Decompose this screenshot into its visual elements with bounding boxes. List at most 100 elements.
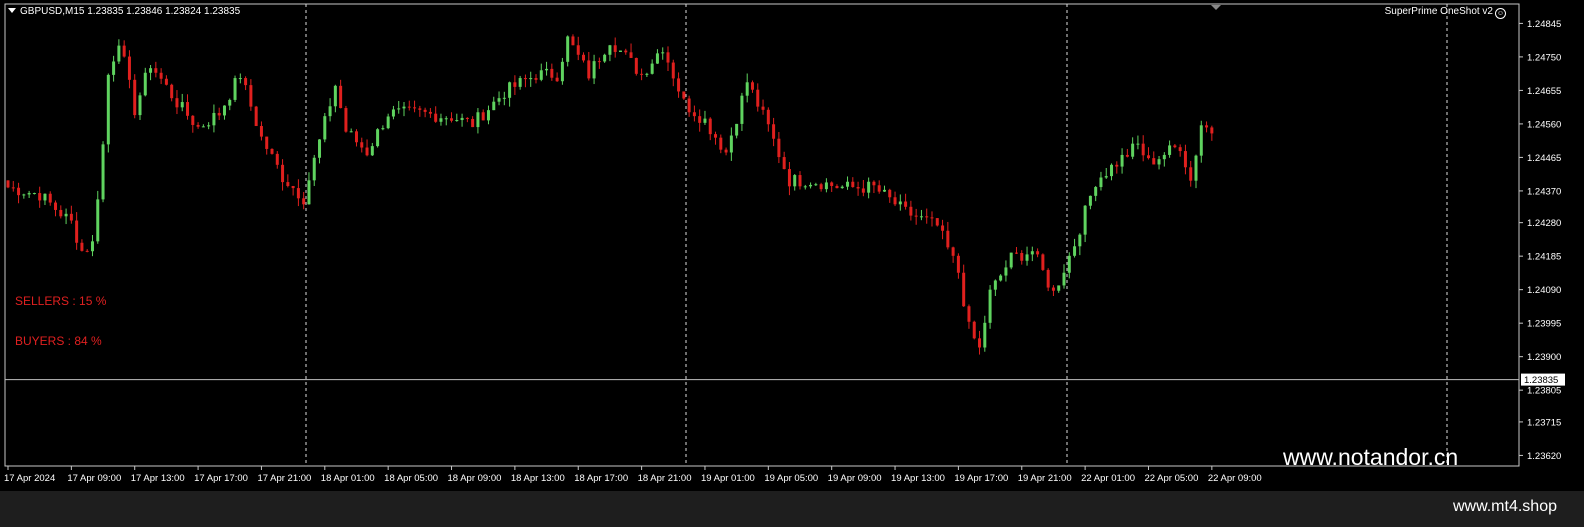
- y-tick-label-8: 1.24090: [1527, 285, 1561, 296]
- candle-body-82: [439, 118, 443, 122]
- candle-body-16: [90, 241, 94, 252]
- candle-body-20: [112, 61, 116, 75]
- candle-body-224: [1189, 167, 1193, 181]
- candle-body-205: [1088, 195, 1092, 206]
- candle-body-210: [1115, 164, 1119, 167]
- candle-body-77: [413, 107, 417, 109]
- candle-body-67: [360, 142, 364, 148]
- footer-site-link[interactable]: www.mt4.shop: [1453, 498, 1557, 516]
- candle-body-99: [529, 78, 533, 80]
- candle-body-181: [962, 272, 966, 307]
- candle-body-184: [978, 338, 982, 348]
- shift-marker-icon[interactable]: [1211, 5, 1221, 10]
- x-tick-label-3: 17 Apr 17:00: [194, 473, 248, 484]
- candle-body-150: [798, 175, 802, 187]
- candle-body-128: [682, 91, 686, 99]
- candle-body-79: [423, 109, 427, 112]
- candle-body-54: [291, 185, 295, 189]
- candle-body-7: [43, 193, 47, 201]
- chart-area[interactable]: 1.24845 1.24750 1.24655 1.24560 1.24465 1.243…: [0, 0, 1584, 490]
- candle-body-38: [207, 125, 211, 127]
- candle-body-60: [323, 116, 327, 140]
- candle-body-127: [677, 78, 681, 92]
- candle-body-130: [692, 112, 696, 117]
- candle-body-85: [455, 120, 459, 122]
- candle-body-90: [481, 112, 485, 121]
- candle-body-159: [846, 181, 850, 187]
- candle-body-141: [750, 82, 754, 90]
- candle-body-63: [339, 85, 343, 109]
- candle-body-11: [64, 213, 68, 217]
- candle-body-215: [1141, 143, 1145, 156]
- candle-body-171: [909, 206, 913, 216]
- candle-body-227: [1205, 125, 1209, 128]
- candle-body-43: [233, 78, 237, 100]
- candle-body-201: [1067, 255, 1071, 273]
- candle-body-206: [1094, 187, 1098, 196]
- candle-body-105: [560, 61, 564, 82]
- candle-body-116: [618, 50, 622, 52]
- candle-body-162: [861, 188, 865, 193]
- candle-body-214: [1136, 143, 1140, 145]
- candle-body-160: [851, 181, 855, 188]
- price-chart[interactable]: 1.24845 1.24750 1.24655 1.24560 1.24465 1.243…: [0, 0, 1584, 490]
- candle-body-42: [228, 99, 232, 106]
- expert-advisor-label[interactable]: SuperPrime OneShot v2 ☺: [1385, 6, 1506, 19]
- dropdown-triangle-icon[interactable]: [8, 8, 16, 13]
- x-tick-label-18: 22 Apr 05:00: [1144, 473, 1198, 484]
- candle-body-146: [777, 138, 781, 158]
- candle-body-216: [1146, 155, 1150, 159]
- candle-body-179: [951, 247, 955, 256]
- candle-body-108: [576, 45, 580, 55]
- candle-body-197: [1046, 269, 1050, 288]
- candle-body-152: [809, 184, 813, 187]
- y-tick-label-12: 1.23715: [1527, 417, 1561, 428]
- candle-body-186: [988, 289, 992, 323]
- candle-body-64: [344, 108, 348, 132]
- candle-body-4: [27, 193, 31, 195]
- candle-body-106: [566, 36, 570, 62]
- candle-body-0: [6, 180, 10, 188]
- candle-body-84: [450, 118, 454, 121]
- candle-body-134: [714, 134, 718, 138]
- y-tick-label-9: 1.23995: [1527, 319, 1561, 330]
- plot-frame: [4, 3, 1520, 467]
- candle-body-96: [513, 82, 517, 87]
- x-tick-label-15: 19 Apr 17:00: [954, 473, 1008, 484]
- candle-body-153: [814, 184, 818, 186]
- x-tick-label-1: 17 Apr 09:00: [67, 473, 121, 484]
- candle-body-52: [281, 164, 285, 183]
- candle-body-148: [787, 169, 791, 187]
- x-tick-label-0: 17 Apr 2024: [4, 473, 55, 484]
- x-tick-label-5: 18 Apr 01:00: [321, 473, 375, 484]
- candle-body-94: [502, 97, 506, 99]
- candle-body-140: [745, 82, 749, 96]
- candle-body-100: [534, 78, 538, 80]
- candle-body-13: [75, 220, 79, 243]
- candle-body-49: [265, 136, 269, 149]
- candle-body-199: [1057, 285, 1061, 291]
- candle-body-41: [222, 105, 226, 116]
- candle-body-56: [302, 198, 306, 205]
- candle-body-155: [824, 182, 828, 190]
- candle-body-104: [555, 77, 559, 82]
- candle-body-220: [1168, 145, 1172, 155]
- candle-body-31: [170, 84, 174, 99]
- candle-body-89: [476, 112, 480, 128]
- candle-body-113: [603, 54, 607, 62]
- candle-body-6: [38, 193, 42, 201]
- symbol-info-text: GBPUSD,M15 1.23835 1.23846 1.23824 1.238…: [20, 6, 241, 17]
- x-tick-label-8: 18 Apr 13:00: [511, 473, 565, 484]
- candle-body-144: [766, 109, 770, 125]
- candle-body-204: [1083, 205, 1087, 235]
- candle-body-87: [465, 117, 469, 119]
- candle-body-157: [835, 185, 839, 189]
- candle-body-192: [1020, 252, 1024, 261]
- candle-body-225: [1194, 155, 1198, 181]
- candle-body-122: [650, 63, 654, 74]
- candle-body-3: [22, 194, 26, 196]
- candle-body-39: [212, 112, 216, 126]
- candle-body-28: [154, 68, 158, 73]
- x-tick-label-19: 22 Apr 09:00: [1208, 473, 1262, 484]
- expert-advisor-name: SuperPrime OneShot v2: [1384, 6, 1493, 17]
